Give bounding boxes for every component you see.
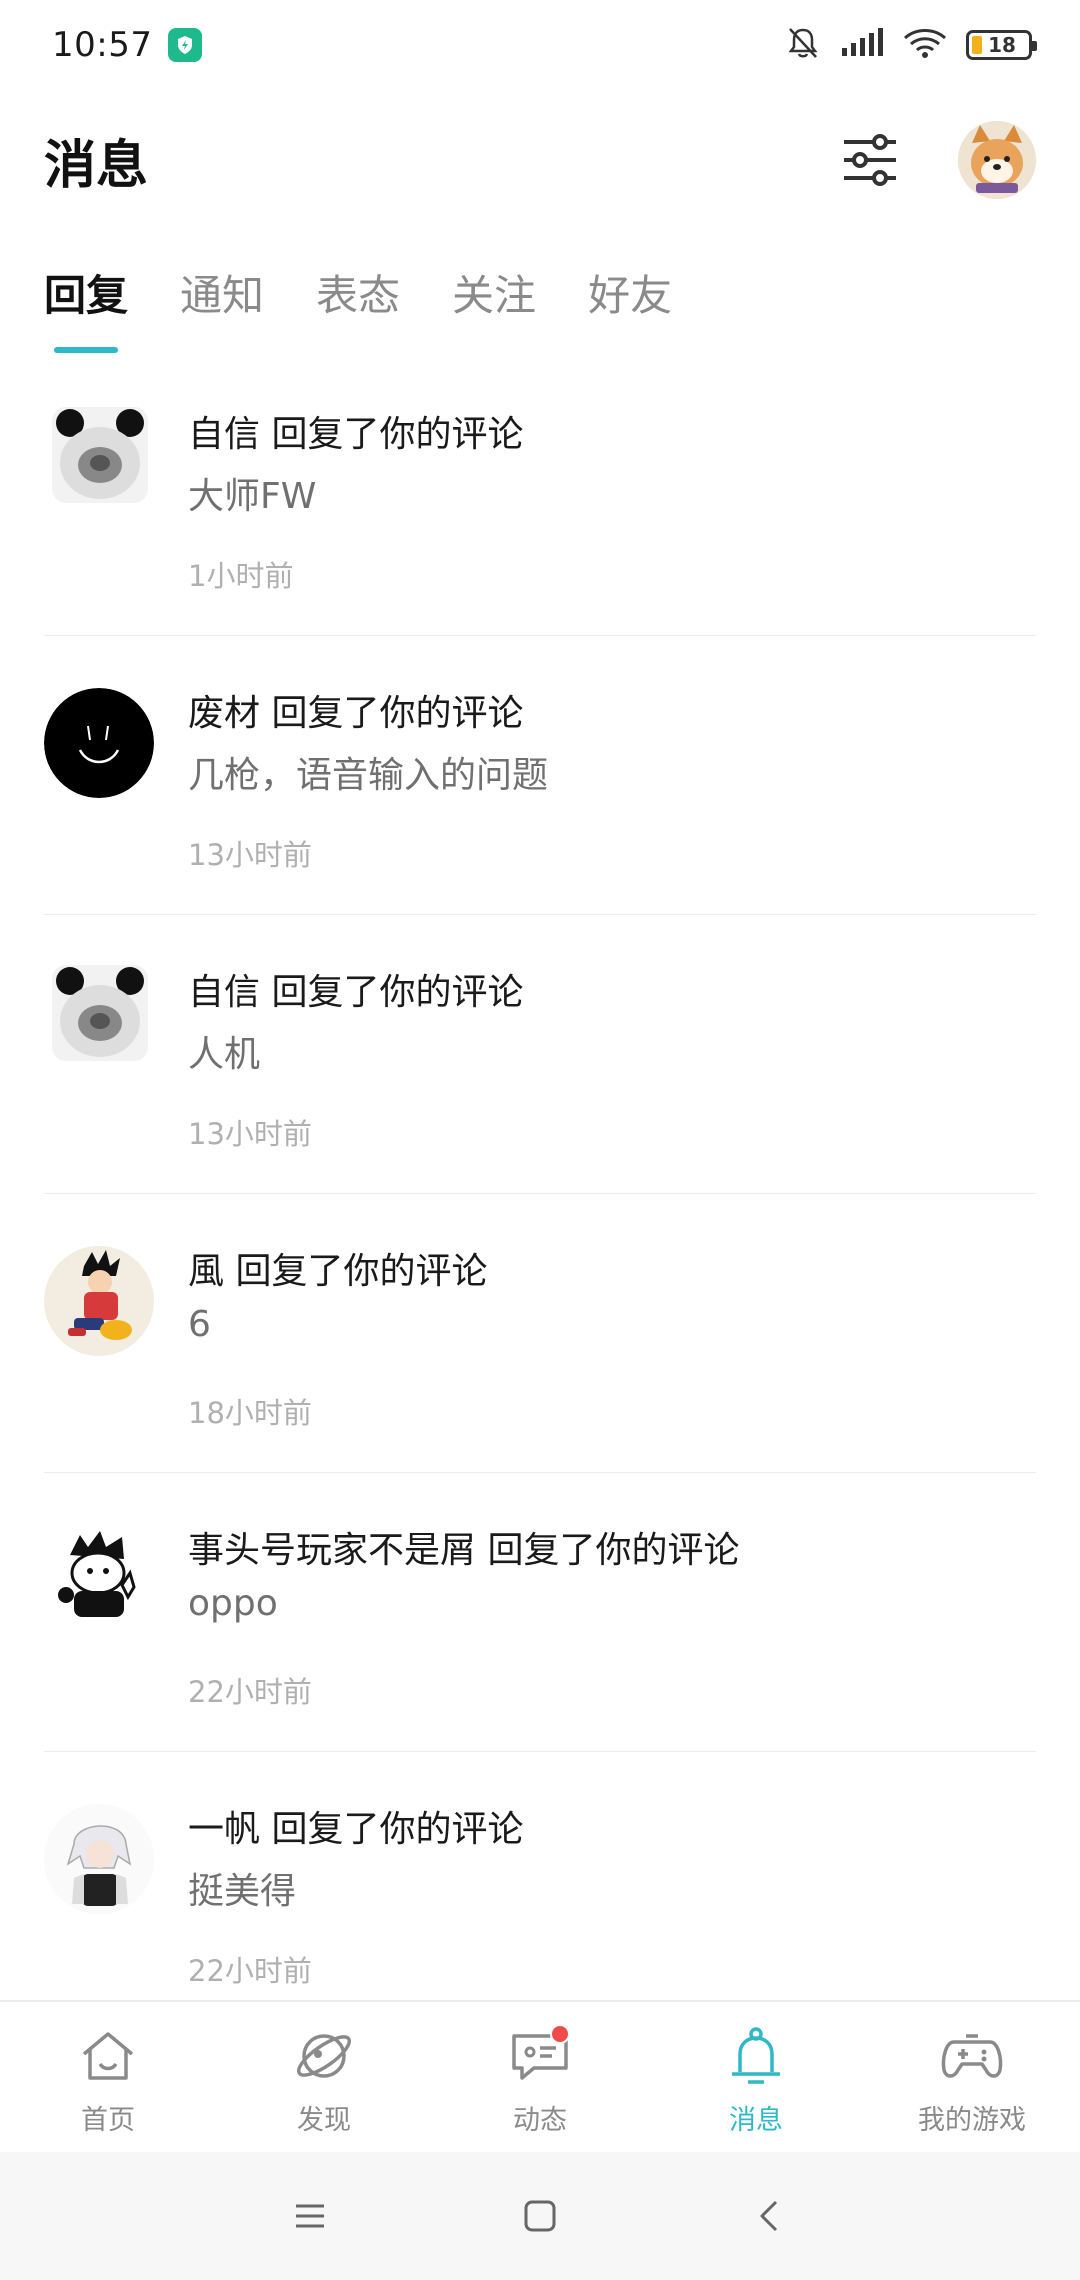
chat-bubble-icon [508,2024,572,2088]
signal-icon [840,26,884,64]
avatar[interactable] [52,965,148,1061]
tab-follow[interactable]: 关注 [452,262,536,353]
avatar[interactable] [44,1246,154,1356]
item-title: 自信 回复了你的评论 [188,414,524,455]
item-content: 挺美得 [188,1871,297,1912]
menu-button[interactable] [280,2186,340,2246]
bell-icon [724,2024,788,2088]
system-nav-bar [0,2152,1080,2280]
tab-friends[interactable]: 好友 [588,262,672,353]
message-tabs: 回复 通知 表态 关注 好友 [44,262,672,353]
page-header: 消息 [0,110,1080,210]
item-time: 13小时前 [188,838,312,872]
user-avatar[interactable] [958,121,1036,199]
nav-feed[interactable]: 动态 [432,2002,648,2150]
item-time: 22小时前 [188,1954,312,1988]
list-item[interactable]: 自信 回复了你的评论 人机 13小时前 [44,915,1036,1194]
avatar[interactable] [44,1525,154,1635]
status-time: 10:57 [52,25,153,65]
nav-label: 我的游戏 [918,2105,1026,2136]
tab-reaction[interactable]: 表态 [316,262,400,353]
planet-icon [292,2024,356,2088]
gamepad-icon [940,2024,1004,2088]
wifi-icon [902,26,948,64]
list-item[interactable]: 废材 回复了你的评论 几枪，语音输入的问题 13小时前 [44,636,1036,915]
mute-bell-icon [784,24,822,66]
item-content: oppo [188,1583,278,1624]
battery-icon: 18 [966,30,1037,60]
item-time: 13小时前 [188,1117,312,1151]
list-item[interactable]: 自信 回复了你的评论 大师FW 1小时前 [44,357,1036,636]
item-content: 人机 [188,1034,261,1075]
filter-button[interactable] [840,130,900,190]
item-title: 废材 回复了你的评论 [188,693,524,734]
item-title: 事头号玩家不是屑 回复了你的评论 [188,1530,740,1571]
filter-sliders-icon [844,134,896,186]
item-title: 自信 回复了你的评论 [188,972,524,1013]
nav-messages[interactable]: 消息 [648,2002,864,2150]
item-time: 1小时前 [188,559,294,593]
nav-my-games[interactable]: 我的游戏 [864,2002,1080,2150]
nav-label: 动态 [513,2105,567,2136]
avatar[interactable] [52,407,148,503]
list-item[interactable]: 事头号玩家不是屑 回复了你的评论 oppo 22小时前 [44,1473,1036,1752]
nav-home[interactable]: 首页 [0,2002,216,2150]
back-button[interactable] [740,2186,800,2246]
item-title: 一帆 回复了你的评论 [188,1809,524,1850]
home-icon [76,2024,140,2088]
nav-label: 发现 [297,2105,351,2136]
list-item[interactable]: 一帆 回复了你的评论 挺美得 22小时前 [44,1752,1036,2000]
status-bar: 10:57 18 [0,0,1080,90]
item-content: 几枪，语音输入的问题 [188,755,549,796]
home-square-icon [524,2200,556,2232]
bottom-nav: 首页 发现 动态 消息 我的游戏 [0,2000,1080,2150]
app-badge-icon [168,28,203,62]
tab-reply[interactable]: 回复 [44,262,128,353]
nav-label: 首页 [81,2105,135,2136]
nav-label: 消息 [729,2105,783,2136]
avatar[interactable] [44,1804,154,1914]
avatar[interactable] [44,688,154,798]
item-time: 18小时前 [188,1396,312,1430]
battery-level: 18 [988,33,1016,57]
message-list: 自信 回复了你的评论 大师FW 1小时前 废材 回复了你的评论 几枪，语音输入的… [0,357,1080,2000]
item-content: 6 [188,1304,211,1345]
nav-discover[interactable]: 发现 [216,2002,432,2150]
item-time: 22小时前 [188,1675,312,1709]
menu-icon [296,2204,324,2228]
item-content: 大师FW [188,476,317,517]
item-title: 風 回复了你的评论 [188,1251,488,1292]
list-item[interactable]: 風 回复了你的评论 6 18小时前 [44,1194,1036,1473]
back-icon [760,2200,778,2232]
page-title: 消息 [44,135,149,196]
home-square-button[interactable] [510,2186,570,2246]
notification-dot [550,2024,570,2044]
tab-notice[interactable]: 通知 [180,262,264,353]
